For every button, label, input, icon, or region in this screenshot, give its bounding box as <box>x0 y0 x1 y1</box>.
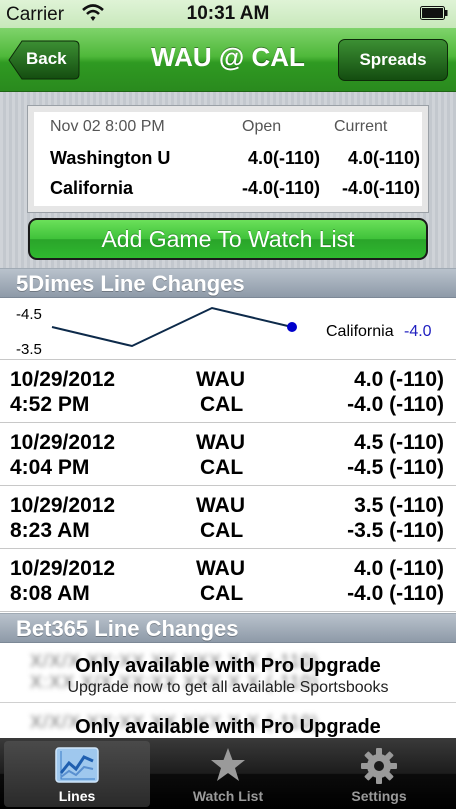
team-row-away: Washington U 4.0(-110) 4.0(-110) <box>50 148 420 172</box>
line-change-row: 10/29/2012 8:23 AM WAU CAL 3.5 (-110) -3.5 (-… <box>0 487 456 549</box>
game-datetime: Nov 02 8:00 PM <box>50 118 165 135</box>
team-open-line: 4.0(-110) <box>247 148 320 168</box>
line-change-row: 10/29/2012 4:52 PM WAU CAL 4.0 (-110) -4.0 (-… <box>0 361 456 423</box>
status-bar: Carrier 10:31 AM <box>0 0 456 28</box>
spreads-button[interactable]: Spreads <box>338 39 448 81</box>
change-home-line: -4.5 (-110) <box>347 456 444 479</box>
change-away-line: 4.0 (-110) <box>354 368 444 391</box>
team-current-line: 4.0(-110) <box>347 148 420 168</box>
game-summary-area: Nov 02 8:00 PM Open Current Washington U… <box>0 92 456 268</box>
pro-upgrade-block[interactable]: X/X/X XX:XX XX XXX X.X (-110) Only avail… <box>0 704 456 738</box>
change-home-team: CAL <box>200 456 244 479</box>
pro-upgrade-subtitle: Upgrade now to get all available Sportsb… <box>67 679 389 696</box>
team-name: California <box>50 178 134 198</box>
tab-lines[interactable]: Lines <box>4 741 150 807</box>
change-home-team: CAL <box>200 582 244 605</box>
change-home-team: CAL <box>200 393 244 416</box>
tab-settings[interactable]: Settings <box>306 741 452 807</box>
change-time: 8:08 AM <box>10 582 90 605</box>
pro-upgrade-title: Only available with Pro Upgrade <box>75 655 381 677</box>
line-change-row: 10/29/2012 4:04 PM WAU CAL 4.5 (-110) -4.5 (-… <box>0 424 456 486</box>
last-point-marker <box>287 322 297 332</box>
tab-watch-list[interactable]: Watch List <box>155 741 301 807</box>
section-header-5dimes: 5Dimes Line Changes <box>0 268 456 298</box>
pro-upgrade-title: Only available with Pro Upgrade <box>75 716 381 738</box>
line-change-row: 10/29/2012 8:08 AM WAU CAL 4.0 (-110) -4.0 (-… <box>0 550 456 612</box>
line-chart-svg: -4.5 -3.5 California -4.0 <box>16 306 432 358</box>
change-away-line: 4.5 (-110) <box>354 431 444 454</box>
team-name: Washington U <box>50 148 171 168</box>
tab-label: Watch List <box>192 788 264 804</box>
change-date: 10/29/2012 <box>10 494 116 517</box>
current-header: Current <box>334 118 388 135</box>
team-row-home: California -4.0(-110) -4.0(-110) <box>50 178 420 202</box>
change-time: 8:23 AM <box>10 519 90 542</box>
change-away-line: 3.5 (-110) <box>354 494 444 517</box>
tab-bar: Lines Watch List Settings <box>0 738 456 809</box>
change-home-team: CAL <box>200 519 244 542</box>
team-open-line: -4.0(-110) <box>241 178 320 198</box>
legend-value: -4.0 <box>404 323 432 340</box>
gear-icon <box>361 748 397 784</box>
change-away-line: 4.0 (-110) <box>354 557 444 580</box>
change-away-team: WAU <box>196 368 245 391</box>
y-tick-top: -4.5 <box>16 306 42 323</box>
y-tick-bottom: -3.5 <box>16 341 42 358</box>
change-time: 4:04 PM <box>10 456 90 479</box>
change-home-line: -4.0 (-110) <box>347 582 444 605</box>
battery-icon <box>420 6 448 20</box>
change-time: 4:52 PM <box>10 393 90 416</box>
change-home-line: -3.5 (-110) <box>347 519 444 542</box>
change-date: 10/29/2012 <box>10 368 116 391</box>
open-header: Open <box>242 118 282 135</box>
change-away-team: WAU <box>196 431 245 454</box>
back-button-label: Back <box>26 49 67 68</box>
status-time: 10:31 AM <box>186 3 270 24</box>
tab-label: Settings <box>351 788 407 804</box>
change-home-line: -4.0 (-110) <box>347 393 444 416</box>
game-card: Nov 02 8:00 PM Open Current Washington U… <box>27 105 429 213</box>
chart-icon <box>55 747 99 783</box>
nav-bar: Back WAU @ CAL Spreads <box>0 28 456 92</box>
change-away-team: WAU <box>196 557 245 580</box>
team-current-line: -4.0(-110) <box>341 178 420 198</box>
back-button[interactable]: Back <box>8 40 80 80</box>
tab-label: Lines <box>58 788 96 804</box>
section-header-bet365: Bet365 Line Changes <box>0 613 456 643</box>
add-to-watch-list-button[interactable]: Add Game To Watch List <box>28 218 428 260</box>
change-date: 10/29/2012 <box>10 431 116 454</box>
line-chart: -4.5 -3.5 California -4.0 <box>0 298 456 360</box>
pro-upgrade-block[interactable]: X/X/X XX:XX XX XXX X.X (-110) X:XX X/X XX… <box>0 643 456 703</box>
star-icon <box>211 748 245 781</box>
series-line-california <box>51 306 293 348</box>
change-away-team: WAU <box>196 494 245 517</box>
legend-team: California <box>326 323 394 340</box>
change-date: 10/29/2012 <box>10 557 116 580</box>
